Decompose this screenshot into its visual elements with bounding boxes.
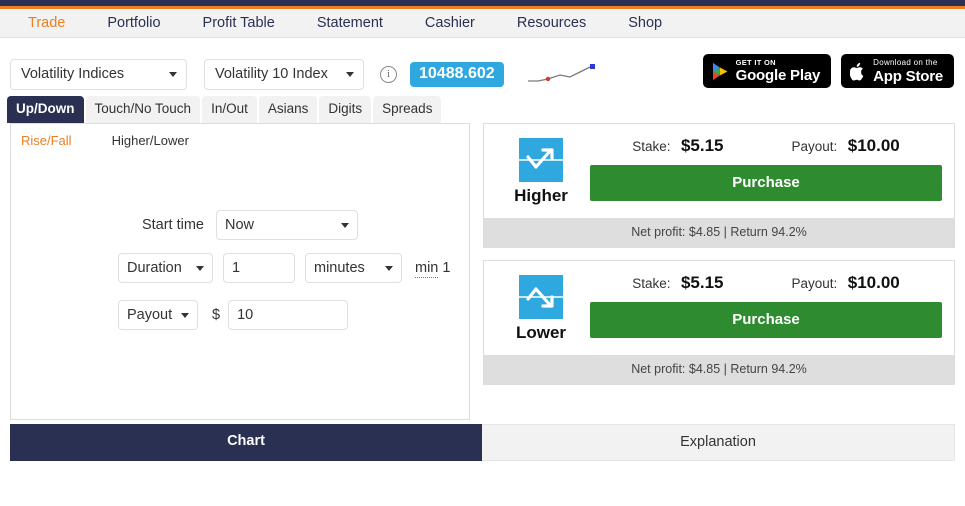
duration-min-word: min xyxy=(415,259,439,278)
direction-label-lower: Lower xyxy=(515,322,567,342)
amount-type-select[interactable]: Payout xyxy=(118,299,198,330)
stake-label-lower: Stake: xyxy=(632,275,671,291)
google-play-icon xyxy=(712,62,728,80)
trend-down-icon xyxy=(519,274,563,319)
net-profit-footer-lower: Net profit: $4.85 | Return 94.2% xyxy=(484,354,954,384)
stake-group-lower: Stake: $5.15 xyxy=(632,273,723,293)
tab-in-out[interactable]: In/Out xyxy=(202,96,257,123)
price-sparkline-icon xyxy=(527,64,595,82)
app-store-small-label: Download on the xyxy=(873,57,938,67)
net-profit-footer-higher: Net profit: $4.85 | Return 94.2% xyxy=(484,217,954,247)
info-icon-glyph: i xyxy=(386,67,391,80)
duration-min-value: 1 xyxy=(442,259,451,276)
chevron-down-icon xyxy=(196,265,204,271)
tab-asians[interactable]: Asians xyxy=(258,96,318,123)
purchase-button-lower[interactable]: Purchase xyxy=(590,301,942,338)
form-subtabs: Rise/Fall Higher/Lower xyxy=(11,124,469,148)
contract-type-tabs: Up/Down Touch/No Touch In/Out Asians Dig… xyxy=(0,96,965,123)
payout-value-lower: $10.00 xyxy=(847,272,900,292)
info-icon[interactable]: i xyxy=(380,65,397,83)
subtab-rise-fall[interactable]: Rise/Fall xyxy=(21,133,72,148)
currency-symbol: $ xyxy=(212,306,221,323)
payout-value-higher: $10.00 xyxy=(847,135,900,155)
bottom-tabs: Chart Explanation xyxy=(0,423,965,461)
nav-item-statement[interactable]: Statement xyxy=(296,9,404,38)
duration-min-hint[interactable]: min 1 xyxy=(415,259,451,278)
duration-mode-value: Duration xyxy=(127,259,182,276)
market-selector-row: Volatility Indices Volatility 10 Index i… xyxy=(0,38,965,93)
start-time-row: Start time Now xyxy=(11,209,469,240)
amount-input[interactable]: 10 xyxy=(228,299,349,330)
payout-label-higher: Payout: xyxy=(791,138,838,154)
duration-mode-select[interactable]: Duration xyxy=(118,252,213,283)
google-play-big-label: Google Play xyxy=(735,67,821,85)
start-time-label: Start time xyxy=(141,216,204,233)
purchase-column: Higher Stake: $5.15 Payout: $10.00 Purch… xyxy=(483,122,955,397)
nav-item-cashier[interactable]: Cashier xyxy=(404,9,496,38)
payout-label-lower: Payout: xyxy=(791,275,838,291)
stake-label-higher: Stake: xyxy=(632,138,671,154)
apple-logo-icon xyxy=(850,62,864,80)
chevron-down-icon xyxy=(181,312,189,318)
app-store-badges: GET IT ON Google Play Download on the Ap… xyxy=(702,54,954,88)
chevron-down-icon xyxy=(341,222,349,228)
market-type-select[interactable]: Volatility Indices xyxy=(10,58,187,90)
nav-item-resources[interactable]: Resources xyxy=(496,9,607,38)
purchase-card-lower: Lower Stake: $5.15 Payout: $10.00 Purcha… xyxy=(483,259,955,385)
amount-value: 10 xyxy=(237,306,254,323)
main-navigation: Trade Portfolio Profit Table Statement C… xyxy=(0,9,965,38)
tab-spreads[interactable]: Spreads xyxy=(373,96,442,123)
duration-row: Duration 1 minutes min 1 xyxy=(11,252,469,283)
tab-touch-no-touch[interactable]: Touch/No Touch xyxy=(85,96,201,123)
nav-item-portfolio[interactable]: Portfolio xyxy=(86,9,181,38)
app-store-badge[interactable]: Download on the App Store xyxy=(841,54,954,88)
amount-type-value: Payout xyxy=(127,306,173,323)
duration-amount-value: 1 xyxy=(232,259,241,276)
duration-unit-value: minutes xyxy=(314,259,365,276)
amount-row: Payout $ 10 xyxy=(11,299,469,330)
payout-group-higher: Payout: $10.00 xyxy=(792,136,900,156)
purchase-card-higher: Higher Stake: $5.15 Payout: $10.00 Purch… xyxy=(483,122,955,248)
duration-amount-input[interactable]: 1 xyxy=(223,252,295,283)
tab-chart[interactable]: Chart xyxy=(10,423,482,461)
start-time-select[interactable]: Now xyxy=(216,209,358,240)
duration-unit-select[interactable]: minutes xyxy=(305,252,402,283)
chevron-down-icon xyxy=(346,72,354,77)
market-type-value: Volatility Indices xyxy=(21,66,125,82)
direction-label-higher: Higher xyxy=(514,185,568,205)
tab-up-down[interactable]: Up/Down xyxy=(7,96,84,123)
chevron-down-icon xyxy=(169,72,177,77)
purchase-button-higher[interactable]: Purchase xyxy=(590,164,942,201)
google-play-small-label: GET IT ON xyxy=(735,57,776,67)
trade-form-panel: Rise/Fall Higher/Lower Start time Now Du… xyxy=(10,122,470,420)
trade-content: Rise/Fall Higher/Lower Start time Now Du… xyxy=(0,122,965,420)
spot-price-badge: 10488.602 xyxy=(410,61,504,87)
payout-group-lower: Payout: $10.00 xyxy=(792,273,900,293)
google-play-badge[interactable]: GET IT ON Google Play xyxy=(702,54,832,88)
tab-explanation[interactable]: Explanation xyxy=(482,423,955,461)
nav-item-profit-table[interactable]: Profit Table xyxy=(182,9,296,38)
tab-digits[interactable]: Digits xyxy=(319,96,372,123)
app-store-big-label: App Store xyxy=(873,67,943,85)
nav-item-trade[interactable]: Trade xyxy=(7,9,86,38)
chevron-down-icon xyxy=(385,265,393,271)
underlying-asset-select[interactable]: Volatility 10 Index xyxy=(204,58,364,90)
subtab-higher-lower[interactable]: Higher/Lower xyxy=(112,133,189,148)
start-time-value: Now xyxy=(225,216,255,233)
stake-value-lower: $5.15 xyxy=(680,272,724,292)
stake-value-higher: $5.15 xyxy=(680,135,724,155)
nav-item-shop[interactable]: Shop xyxy=(607,9,683,38)
underlying-asset-value: Volatility 10 Index xyxy=(215,66,328,82)
stake-group-higher: Stake: $5.15 xyxy=(632,136,723,156)
trend-up-icon xyxy=(519,137,563,182)
